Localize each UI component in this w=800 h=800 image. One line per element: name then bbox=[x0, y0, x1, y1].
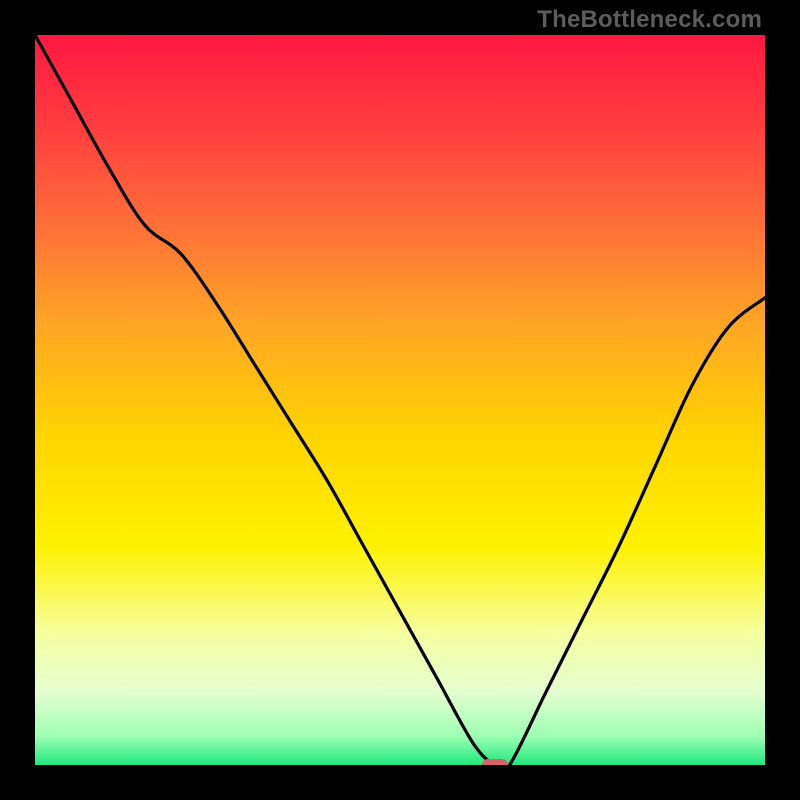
bottleneck-curve bbox=[35, 35, 765, 765]
watermark-text: TheBottleneck.com bbox=[537, 6, 762, 34]
chart-container: TheBottleneck.com bbox=[0, 0, 800, 800]
plot-area bbox=[35, 35, 765, 765]
optimal-marker bbox=[482, 759, 508, 765]
